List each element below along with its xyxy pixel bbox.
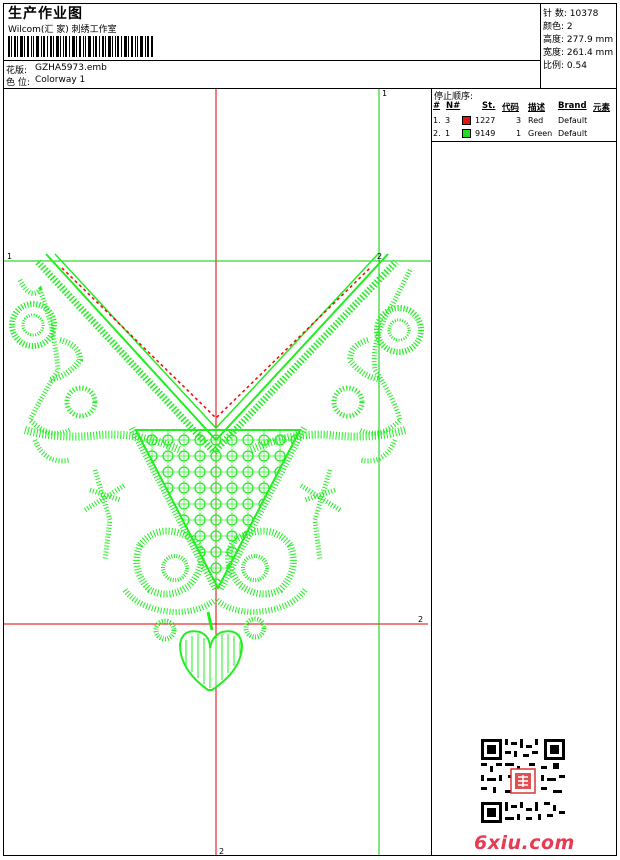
row-index: 2. xyxy=(433,129,441,138)
barcode xyxy=(8,36,153,57)
col-header-desc: 描述 xyxy=(528,103,546,113)
row-brand: Default xyxy=(558,116,588,125)
spec-width: 宽度: 261.4 mm xyxy=(543,45,613,58)
row-code: 9149 xyxy=(475,129,496,138)
colorway-label: 色 位: xyxy=(6,78,30,88)
design-file-value: GZHA5973.emb xyxy=(35,63,107,73)
guide-label: 2 xyxy=(418,615,423,624)
spec-height: 高度: 277.9 mm xyxy=(543,32,613,45)
spec-value: 10378 xyxy=(569,9,599,19)
col-header-stops: St. xyxy=(482,101,496,111)
stop-table-bottom xyxy=(431,141,617,142)
spec-value: 261.4 mm xyxy=(566,48,614,58)
spec-label: 颜色: xyxy=(543,22,565,32)
row-needle: 1 xyxy=(445,129,451,138)
color-swatch-green xyxy=(462,129,471,138)
spec-label: 高度: xyxy=(543,35,565,45)
row-needle: 3 xyxy=(445,116,451,125)
spec-stitches: 针 数: 10378 xyxy=(543,6,598,19)
row-desc: Red xyxy=(528,116,544,125)
col-header-brand: Brand xyxy=(558,101,587,111)
guide-label: 1 xyxy=(7,252,12,261)
watermark: 6xiu.com xyxy=(474,832,575,854)
guide-label: 2 xyxy=(377,252,382,261)
embroidery-canvas: 1 1 2 2 2 xyxy=(4,89,431,855)
spec-value: 277.9 mm xyxy=(566,35,614,45)
col-header-element: 元素 xyxy=(593,103,611,113)
row-stops: 1 xyxy=(516,129,522,138)
row-desc: Green xyxy=(528,129,553,138)
spec-scale: 比例: 0.54 xyxy=(543,58,587,71)
sidebar-divider xyxy=(431,88,432,856)
col-header-needle: N# xyxy=(446,101,461,111)
header-divider-vertical xyxy=(540,3,541,88)
company-name: Wilcom(汇 家) 刺绣工作室 xyxy=(8,25,117,35)
col-header-index: # xyxy=(433,101,441,111)
meta-divider xyxy=(3,60,540,61)
spec-label: 比例: xyxy=(543,61,565,71)
row-stops: 3 xyxy=(516,116,522,125)
row-brand: Default xyxy=(558,129,588,138)
stop-sequence-table: # N# St. 代码 描述 Brand 元素 1. 3 1227 3 Red … xyxy=(432,99,617,141)
colorway-value: Colorway 1 xyxy=(35,75,86,85)
row-index: 1. xyxy=(433,116,441,125)
spec-label: 针 数: xyxy=(543,9,567,19)
color-swatch-red xyxy=(462,116,471,125)
row-code: 1227 xyxy=(475,116,496,125)
spec-value: 2 xyxy=(566,22,573,32)
qr-code xyxy=(481,739,565,823)
spec-colors: 颜色: 2 xyxy=(543,19,573,32)
guide-label: 1 xyxy=(382,89,387,98)
page-title: 生产作业图 xyxy=(8,6,83,22)
guide-label: 2 xyxy=(219,847,224,855)
spec-label: 宽度: xyxy=(543,48,565,58)
spec-value: 0.54 xyxy=(566,61,587,71)
col-header-code: 代码 xyxy=(502,103,520,113)
